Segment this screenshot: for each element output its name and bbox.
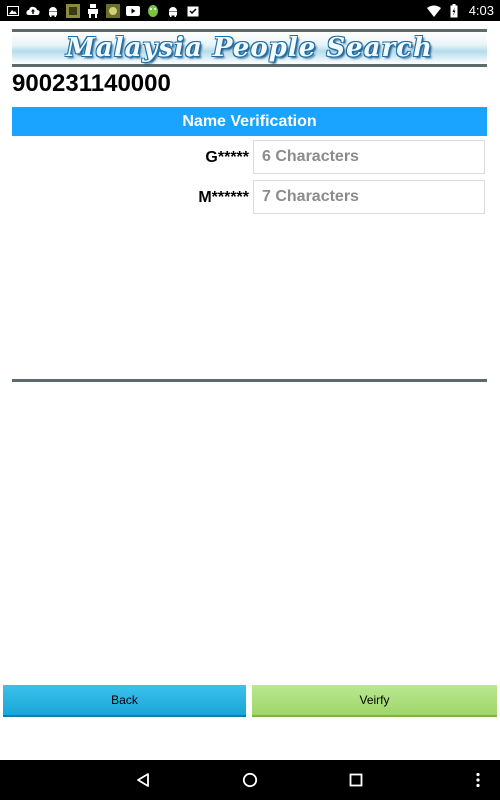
app-icon [66,3,80,18]
banner-logo-text: Malaysia People Search [66,33,433,63]
ic-number: 900231140000 [12,70,171,97]
field-label: G***** [205,149,249,166]
second-name-input[interactable] [253,180,485,214]
home-nav-icon[interactable] [238,768,262,792]
name-verification-row-1: G***** [12,140,487,176]
app-icon [106,3,120,18]
recents-nav-icon[interactable] [344,768,368,792]
app-banner: Malaysia People Search [12,29,487,67]
wifi-icon [426,4,441,18]
back-button[interactable]: Back [3,685,246,717]
divider [12,379,487,382]
name-verification-row-2: M****** [12,180,487,216]
section-title: Name Verification [12,107,487,136]
robot-icon [86,3,100,18]
back-nav-icon[interactable] [131,768,155,792]
cloud-upload-icon [26,4,40,18]
checklist-icon [186,4,200,18]
status-bar: 4:03 [0,0,500,21]
navigation-bar [0,760,500,800]
first-name-input[interactable] [253,140,485,174]
battery-charging-icon [447,3,461,18]
verify-button[interactable]: Veirfy [252,685,497,717]
android-icon [46,4,60,18]
overflow-menu-icon[interactable] [466,768,490,792]
android-icon [166,4,180,18]
field-label: M****** [198,189,249,206]
youtube-icon [126,4,140,18]
image-icon [6,4,20,18]
notification-icons [6,3,200,18]
clock: 4:03 [468,3,494,18]
android-icon [146,4,160,18]
system-icons: 4:03 [426,3,494,18]
